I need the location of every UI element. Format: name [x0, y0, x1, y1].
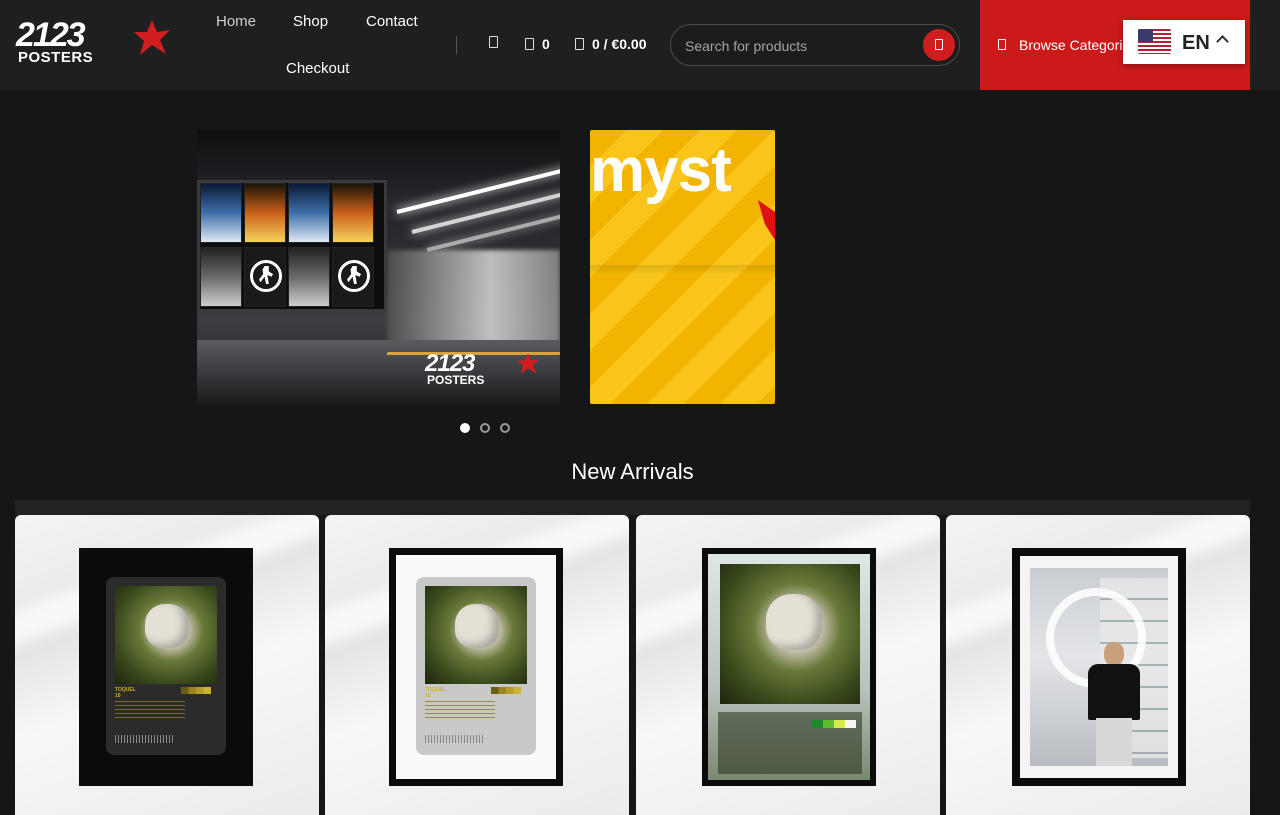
logo-text-bottom: POSTERS [18, 49, 94, 66]
product-card[interactable] [636, 515, 940, 815]
header-divider [456, 36, 457, 54]
nav-contact[interactable]: Contact [366, 13, 418, 30]
account-button[interactable] [489, 36, 498, 48]
slide-watermark-logo: 2123 POSTERS [425, 352, 545, 392]
slide-headline: myst [590, 136, 732, 205]
site-logo[interactable]: 2123 POSTERS [14, 16, 170, 68]
slider-dots [460, 423, 510, 433]
slider-dot-3[interactable] [500, 423, 510, 433]
poster-image [702, 548, 876, 786]
poster-image: TOQUEL 10 [79, 548, 253, 786]
products-bar [15, 500, 1250, 515]
cart-button[interactable]: 0 / €0.00 [575, 36, 647, 52]
cart-total: 0 / €0.00 [592, 36, 647, 52]
section-title: New Arrivals [571, 459, 694, 484]
language-switcher[interactable]: EN [1123, 20, 1245, 64]
poster-image: TOQUEL 10 [389, 548, 563, 786]
site-header: 2123 POSTERS Home Shop Contact Checkout … [0, 0, 1280, 90]
wishlist-button[interactable]: 0 [525, 36, 550, 52]
product-card[interactable]: TOQUEL 10 [325, 515, 629, 815]
search-bar [670, 24, 960, 66]
slider-dot-2[interactable] [480, 423, 490, 433]
product-card[interactable] [946, 515, 1250, 815]
chevron-up-icon [1216, 35, 1229, 48]
menu-icon [998, 39, 1006, 50]
slide-subway-billboard[interactable]: 2123 POSTERS [197, 130, 560, 404]
slide-mystery[interactable]: myst [590, 130, 775, 404]
nav-shop[interactable]: Shop [293, 13, 328, 30]
search-button[interactable] [923, 29, 955, 61]
product-card[interactable]: TOQUEL 10 [15, 515, 319, 815]
heart-icon [525, 38, 534, 50]
search-input[interactable] [685, 35, 915, 57]
browse-categories-label: Browse Categories [1019, 37, 1138, 53]
nav-checkout[interactable]: Checkout [286, 60, 349, 77]
cart-icon [575, 38, 584, 50]
billboard [197, 180, 387, 312]
slider-dot-1[interactable] [460, 423, 470, 433]
wishlist-count: 0 [542, 36, 550, 52]
search-icon [935, 39, 943, 50]
poster-image [1012, 548, 1186, 786]
logo-star-icon [134, 20, 170, 55]
nav-home[interactable]: Home [216, 13, 256, 30]
us-flag-icon [1138, 29, 1171, 54]
logo-text-top: 2123 [16, 16, 86, 54]
language-code: EN [1182, 32, 1210, 54]
user-icon [489, 36, 498, 48]
